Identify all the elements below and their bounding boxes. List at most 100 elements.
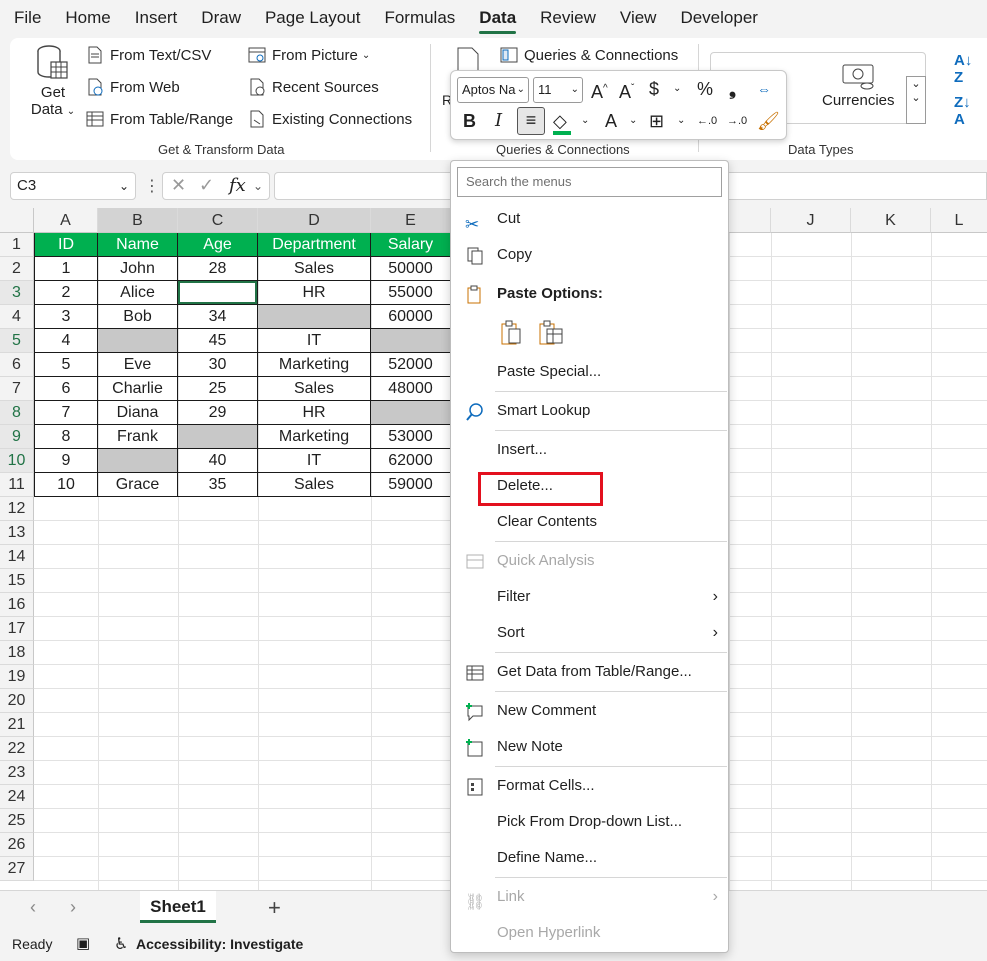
table-cell[interactable]: 48000 bbox=[371, 377, 451, 401]
from-web-button[interactable]: From Web bbox=[86, 78, 180, 96]
column-header-e[interactable]: E bbox=[371, 208, 451, 233]
align-center-icon[interactable]: ≡ bbox=[517, 107, 545, 135]
row-header[interactable]: 10 bbox=[0, 449, 34, 473]
accessibility-status[interactable]: Accessibility: Investigate bbox=[136, 936, 303, 952]
row-header[interactable]: 18 bbox=[0, 641, 34, 665]
paste-icon[interactable] bbox=[499, 319, 523, 347]
table-cell[interactable]: Sales bbox=[258, 257, 371, 281]
font-size-box[interactable]: 11 ⌄ bbox=[533, 77, 583, 103]
row-header[interactable]: 1 bbox=[0, 233, 34, 257]
tab-view[interactable]: View bbox=[620, 0, 657, 36]
scroll-right-icon[interactable]: › bbox=[70, 897, 76, 918]
table-cell[interactable]: 28 bbox=[178, 257, 258, 281]
chevron-down-icon[interactable]: ⌄ bbox=[673, 77, 681, 101]
table-cell[interactable]: 29 bbox=[178, 401, 258, 425]
queries-connections-button[interactable]: Queries & Connections bbox=[500, 46, 678, 64]
existing-connections-button[interactable]: Existing Connections bbox=[248, 110, 412, 128]
table-cell[interactable]: 3 bbox=[34, 305, 98, 329]
row-header[interactable]: 13 bbox=[0, 521, 34, 545]
table-cell[interactable]: 55000 bbox=[371, 281, 451, 305]
row-header[interactable]: 9 bbox=[0, 425, 34, 449]
sort-z-a-icon[interactable]: Z↓ A bbox=[954, 94, 971, 128]
menu-item-cut[interactable]: ✂ Cut bbox=[451, 204, 728, 234]
chevron-down-icon[interactable]: ⌄ bbox=[677, 109, 685, 133]
gallery-scroll[interactable]: ⌄ ⌄ bbox=[906, 76, 926, 124]
row-header[interactable]: 19 bbox=[0, 665, 34, 689]
row-header[interactable]: 15 bbox=[0, 569, 34, 593]
table-cell[interactable] bbox=[178, 281, 258, 305]
table-cell[interactable] bbox=[258, 305, 371, 329]
row-header[interactable]: 12 bbox=[0, 497, 34, 521]
menu-item-new-note[interactable]: New Note bbox=[451, 732, 728, 762]
row-header[interactable]: 2 bbox=[0, 257, 34, 281]
table-cell[interactable] bbox=[371, 329, 451, 353]
chevron-down-icon[interactable]: ⌄ bbox=[581, 109, 589, 133]
table-cell[interactable]: 45 bbox=[178, 329, 258, 353]
recent-sources-button[interactable]: Recent Sources bbox=[248, 78, 379, 96]
search-menus-input[interactable]: Search the menus bbox=[457, 167, 722, 197]
menu-item-pick-list[interactable]: Pick From Drop-down List... bbox=[451, 807, 728, 837]
table-header-cell[interactable]: ID bbox=[34, 233, 98, 257]
table-cell[interactable]: 6 bbox=[34, 377, 98, 401]
table-cell[interactable]: Marketing bbox=[258, 353, 371, 377]
macro-record-icon[interactable]: ▣ bbox=[76, 934, 90, 952]
row-header[interactable]: 14 bbox=[0, 545, 34, 569]
tab-review[interactable]: Review bbox=[540, 0, 596, 36]
from-table-range-button[interactable]: From Table/Range bbox=[86, 110, 233, 128]
row-header[interactable]: 27 bbox=[0, 857, 34, 881]
decrease-font-icon[interactable]: Aˇ bbox=[619, 77, 634, 104]
tab-formulas[interactable]: Formulas bbox=[384, 0, 455, 36]
italic-icon[interactable]: I bbox=[495, 109, 502, 133]
table-cell[interactable]: 50000 bbox=[371, 257, 451, 281]
row-header[interactable]: 23 bbox=[0, 761, 34, 785]
row-header[interactable]: 20 bbox=[0, 689, 34, 713]
scroll-left-icon[interactable]: ‹ bbox=[30, 897, 36, 918]
decrease-decimal-icon[interactable]: →.0 bbox=[727, 109, 747, 133]
table-cell[interactable]: 59000 bbox=[371, 473, 451, 497]
table-cell[interactable]: HR bbox=[258, 281, 371, 305]
table-cell[interactable]: Grace bbox=[98, 473, 178, 497]
enter-icon[interactable]: ✓ bbox=[199, 175, 214, 196]
tab-data[interactable]: Data bbox=[479, 0, 516, 36]
from-picture-button[interactable]: From Picture ⌄ bbox=[248, 46, 370, 64]
menu-item-sort[interactable]: Sort › bbox=[451, 618, 728, 648]
table-cell[interactable]: Sales bbox=[258, 377, 371, 401]
menu-item-filter[interactable]: Filter › bbox=[451, 582, 728, 612]
tab-developer[interactable]: Developer bbox=[680, 0, 758, 36]
table-cell[interactable]: 30 bbox=[178, 353, 258, 377]
row-header[interactable]: 16 bbox=[0, 593, 34, 617]
menu-item-clear-contents[interactable]: Clear Contents bbox=[451, 507, 728, 537]
table-cell[interactable]: 10 bbox=[34, 473, 98, 497]
currencies-button[interactable]: Currencies bbox=[822, 62, 895, 109]
table-cell[interactable]: Alice bbox=[98, 281, 178, 305]
row-header[interactable]: 24 bbox=[0, 785, 34, 809]
menu-item-define-name[interactable]: Define Name... bbox=[451, 843, 728, 873]
bold-icon[interactable]: B bbox=[463, 109, 476, 133]
more-options-icon[interactable]: ⋮ bbox=[144, 176, 160, 196]
row-header[interactable]: 17 bbox=[0, 617, 34, 641]
table-cell[interactable] bbox=[371, 401, 451, 425]
tab-page-layout[interactable]: Page Layout bbox=[265, 0, 360, 36]
table-cell[interactable]: 4 bbox=[34, 329, 98, 353]
table-header-cell[interactable]: Department bbox=[258, 233, 371, 257]
add-sheet-icon[interactable]: + bbox=[268, 895, 281, 921]
row-header[interactable]: 25 bbox=[0, 809, 34, 833]
row-header[interactable]: 26 bbox=[0, 833, 34, 857]
table-cell[interactable]: 1 bbox=[34, 257, 98, 281]
currency-format-icon[interactable]: $ bbox=[649, 77, 659, 101]
from-text-csv-button[interactable]: From Text/CSV bbox=[86, 46, 211, 64]
table-cell[interactable]: 40 bbox=[178, 449, 258, 473]
table-cell[interactable]: 5 bbox=[34, 353, 98, 377]
format-painter-icon[interactable]: 🖌 bbox=[757, 109, 780, 133]
paste-values-icon[interactable] bbox=[537, 319, 565, 347]
menu-item-smart-lookup[interactable]: Smart Lookup bbox=[451, 396, 728, 426]
percent-style-icon[interactable]: % bbox=[697, 77, 713, 101]
select-all-corner[interactable] bbox=[0, 208, 34, 233]
tab-insert[interactable]: Insert bbox=[135, 0, 178, 36]
comma-style-icon[interactable]: ❟ bbox=[729, 77, 736, 101]
tab-file[interactable]: File bbox=[14, 0, 41, 36]
table-cell[interactable] bbox=[98, 449, 178, 473]
table-cell[interactable]: Bob bbox=[98, 305, 178, 329]
chevron-down-icon[interactable]: ⌄ bbox=[629, 109, 637, 133]
insert-function-button[interactable]: fx bbox=[229, 175, 246, 196]
